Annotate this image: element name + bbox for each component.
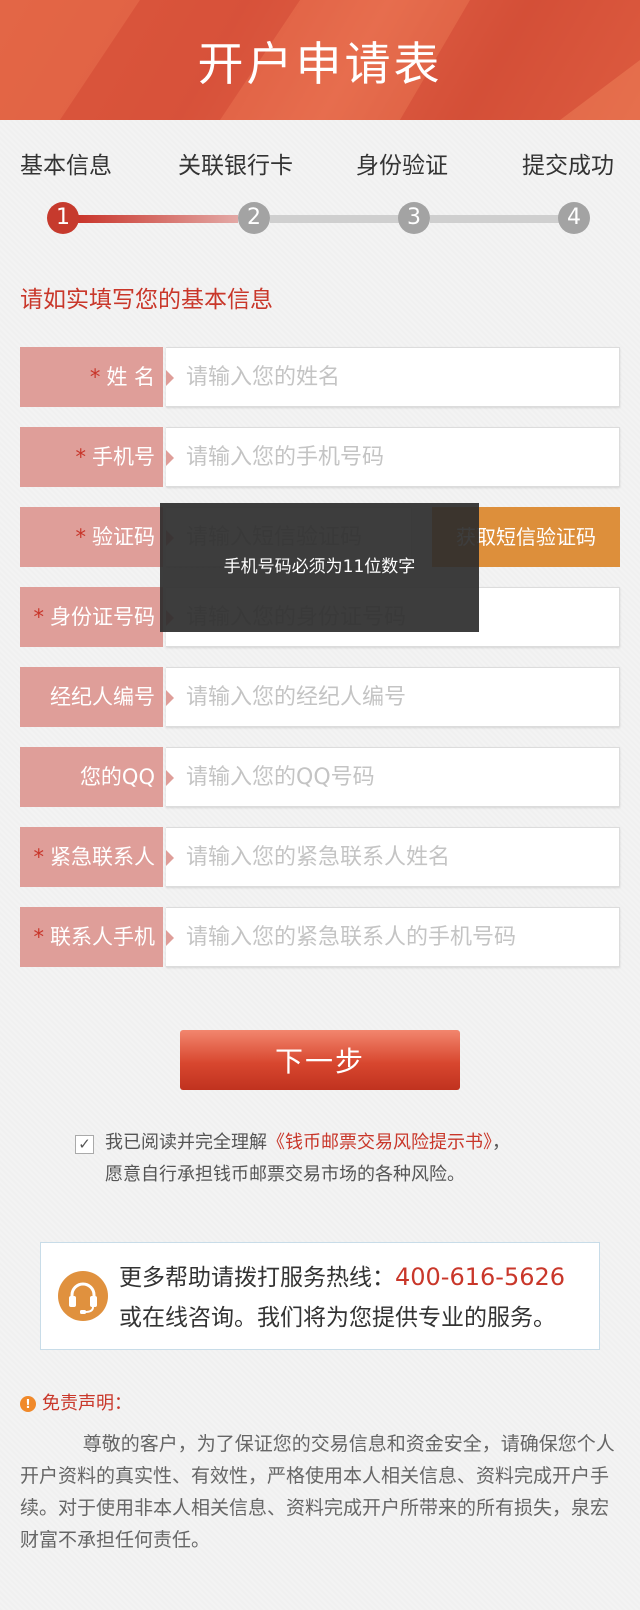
warning-icon: ! [20, 1396, 36, 1412]
field-label-text: 经纪人编号 [50, 685, 155, 709]
required-mark: * [75, 445, 87, 469]
required-mark: * [33, 605, 45, 629]
headset-icon [58, 1271, 108, 1321]
validation-toast: 手机号码必须为11位数字 [160, 503, 479, 632]
field-box [166, 827, 620, 887]
hotline-phone[interactable]: 400-616-5626 [395, 1263, 565, 1291]
form-row-broker: 经纪人编号 [20, 667, 620, 727]
field-box [166, 427, 620, 487]
section-title: 请如实填写您的基本信息 [20, 287, 273, 313]
field-label-text: 紧急联系人 [50, 845, 155, 869]
required-mark: * [89, 365, 101, 389]
agreement-line-2: 愿意自行承担钱币邮票交易市场的各种风险。 [105, 1164, 465, 1185]
field-box [166, 667, 620, 727]
field-label: * 手机号 [20, 427, 163, 487]
field-label-text: 姓 名 [106, 365, 155, 389]
step-dot-3: 3 [398, 202, 430, 234]
step-dot-1: 1 [47, 202, 79, 234]
form-row-emergency-contact: * 紧急联系人 [20, 827, 620, 887]
required-mark: * [33, 845, 45, 869]
agreement-suffix: ， [492, 1132, 510, 1153]
field-label-text: 联系人手机 [50, 925, 155, 949]
qq-input[interactable] [186, 748, 611, 806]
next-step-button[interactable]: 下一步 [180, 1030, 460, 1090]
help-text: 更多帮助请拨打服务热线：400-616-5626 或在线咨询。我们将为您提供专业… [119, 1257, 565, 1338]
step-labels: 基本信息 关联银行卡 身份验证 提交成功 [0, 146, 640, 180]
field-label: 您的QQ [20, 747, 163, 807]
form-row-qq: 您的QQ [20, 747, 620, 807]
broker-id-input[interactable] [186, 668, 611, 726]
help-box: 更多帮助请拨打服务热线：400-616-5626 或在线咨询。我们将为您提供专业… [40, 1242, 600, 1350]
agreement-line: 我已阅读并完全理解《钱币邮票交易风险提示书》， [105, 1127, 510, 1159]
page-header: 开户申请表 [0, 0, 640, 120]
field-label: * 联系人手机 [20, 907, 163, 967]
field-box [166, 747, 620, 807]
contact-mobile-input[interactable] [186, 908, 611, 966]
disclaimer-title: ! 免责声明： [20, 1389, 132, 1415]
agreement-prefix: 我已阅读并完全理解 [105, 1132, 267, 1153]
step-dot-2: 2 [238, 202, 270, 234]
risk-notice-link[interactable]: 《钱币邮票交易风险提示书》 [267, 1132, 492, 1153]
field-label-text: 验证码 [92, 525, 155, 549]
page-title: 开户申请表 [197, 37, 443, 91]
field-label: * 身份证号码 [20, 587, 163, 647]
help-prefix: 更多帮助请拨打服务热线： [119, 1265, 395, 1291]
help-line-2: 或在线咨询。我们将为您提供专业的服务。 [119, 1305, 556, 1331]
step-label-success: 提交成功 [522, 153, 614, 179]
field-box [166, 347, 620, 407]
field-label-text: 手机号 [92, 445, 155, 469]
step-progress: 1 2 3 4 [0, 202, 640, 234]
mobile-input[interactable] [186, 428, 611, 486]
name-input[interactable] [186, 348, 611, 406]
field-label: * 姓 名 [20, 347, 163, 407]
step-label-bank-card: 关联银行卡 [178, 153, 293, 179]
progress-track [430, 215, 560, 223]
progress-track-active [78, 215, 238, 223]
field-label: * 验证码 [20, 507, 163, 567]
disclaimer-title-text: 免责声明： [42, 1393, 132, 1414]
step-label-basic-info: 基本信息 [20, 153, 112, 179]
required-mark: * [75, 525, 87, 549]
agreement-checkbox[interactable]: ✓ [75, 1135, 94, 1154]
form-row-name: * 姓 名 [20, 347, 620, 407]
step-dot-4: 4 [558, 202, 590, 234]
form-row-mobile: * 手机号 [20, 427, 620, 487]
form-row-contact-mobile: * 联系人手机 [20, 907, 620, 967]
field-label-text: 您的QQ [79, 765, 155, 789]
field-box [166, 907, 620, 967]
field-label: 经纪人编号 [20, 667, 163, 727]
disclaimer-body: 尊敬的客户，为了保证您的交易信息和资金安全，请确保您个人开户资料的真实性、有效性… [20, 1433, 615, 1551]
field-label-text: 身份证号码 [50, 605, 155, 629]
step-label-identity: 身份验证 [356, 153, 448, 179]
emergency-contact-input[interactable] [186, 828, 611, 886]
progress-track [270, 215, 400, 223]
required-mark: * [33, 925, 45, 949]
field-label: * 紧急联系人 [20, 827, 163, 887]
